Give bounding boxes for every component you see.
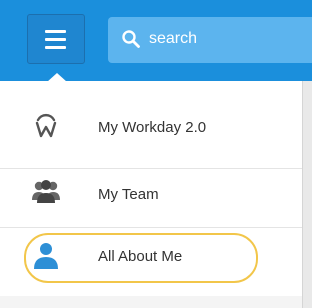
hamburger-menu-icon [45,30,66,33]
panel-bottom-edge [0,296,302,308]
menu-item-label: My Workday 2.0 [98,119,207,136]
app-window: search My Workday 2.0 My Team All About … [0,0,312,308]
search-placeholder: search [149,30,198,47]
menu-item-my-team[interactable]: My Team [0,169,302,227]
workday-logo-icon [35,113,57,138]
search-icon [122,30,140,48]
hamburger-menu-button[interactable] [27,14,85,64]
hamburger-menu-icon-bar [45,38,66,41]
menu-item-label: My Team [98,186,159,203]
top-header-bar: search [0,0,312,81]
search-input[interactable]: search [108,17,312,63]
menu-item-my-workday[interactable]: My Workday 2.0 [0,98,302,156]
menu-divider [0,227,302,228]
hamburger-menu-icon-bar [45,46,66,49]
highlight-ring [24,233,258,283]
team-people-icon [32,180,60,203]
